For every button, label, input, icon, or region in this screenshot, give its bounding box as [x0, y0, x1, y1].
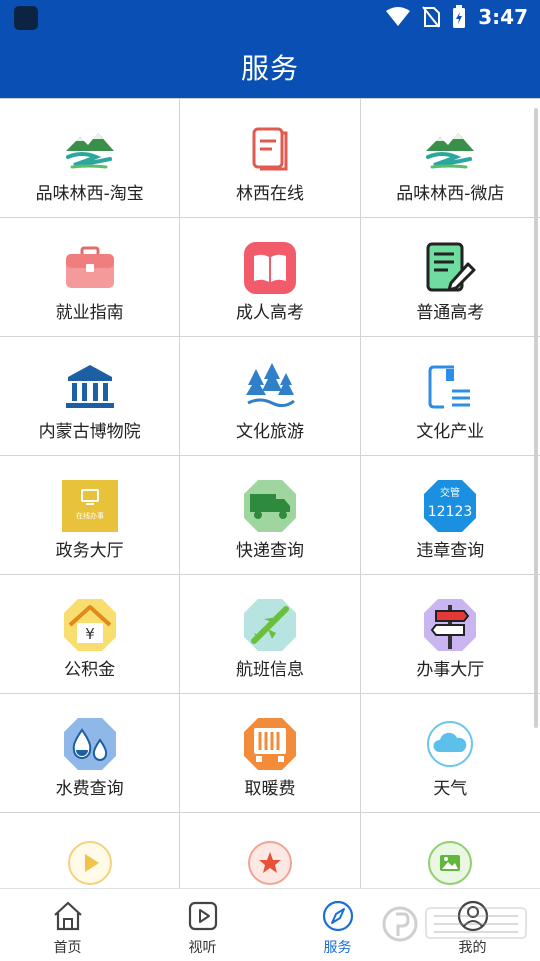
grid-row: [0, 813, 540, 889]
image-circle-icon: [428, 841, 473, 885]
heater-icon: [243, 718, 296, 770]
service-item-affairs-hall[interactable]: 办事大厅: [361, 575, 540, 693]
traffic-icon-top-text: 交管: [440, 486, 460, 499]
page-title: 服务: [240, 52, 299, 85]
service-item-inner-mongolia-museum[interactable]: 内蒙古博物院: [0, 337, 181, 455]
home-icon: [53, 901, 82, 931]
service-label: 办事大厅: [416, 660, 485, 680]
gov-hall-icon: 在线办事: [61, 480, 118, 532]
culture-doc-icon: [428, 365, 471, 409]
service-label: 内蒙古博物院: [38, 422, 141, 442]
service-item-water-bill[interactable]: 水费查询: [0, 694, 181, 812]
tab-label: 服务: [323, 940, 352, 956]
service-label: 成人高考: [235, 303, 304, 323]
service-item-pinwei-weidian[interactable]: 品味林西-微店: [361, 99, 540, 217]
service-item-culture-tourism[interactable]: 文化旅游: [180, 337, 361, 455]
status-time: 3:47: [478, 5, 528, 29]
open-book-icon: [243, 242, 296, 294]
service-label: 品味林西-微店: [396, 184, 505, 204]
house-yen-icon: ¥: [63, 599, 116, 651]
grid-row: 就业指南 成人高考 普通高考: [0, 218, 540, 337]
service-item-heating-fee[interactable]: 取暖费: [180, 694, 361, 812]
signpost-icon: [424, 599, 477, 651]
service-label: 天气: [433, 779, 468, 799]
play-circle-icon: [67, 841, 112, 885]
service-item-traffic-violation[interactable]: 交管 12123 违章查询: [361, 456, 540, 574]
service-label: 违章查询: [416, 541, 485, 561]
grid-row: 水费查询 取暖费 天气: [0, 694, 540, 813]
service-label: 林西在线: [235, 184, 304, 204]
service-item-flight-info[interactable]: 航班信息: [180, 575, 361, 693]
tab-audio-video[interactable]: 视听: [135, 889, 270, 961]
grid-row: 在线办事 政务大厅 快递查询 交管 12123 违章查询: [0, 456, 540, 575]
tab-label: 视听: [188, 940, 217, 956]
document-edit-icon: [426, 242, 476, 292]
service-label: 文化产业: [416, 422, 485, 442]
tab-services[interactable]: 服务: [270, 889, 405, 961]
compass-icon: [322, 900, 353, 932]
tab-label: 我的: [458, 940, 487, 956]
traffic-icon-number: 12123: [428, 504, 473, 520]
status-icons: 3:47: [386, 5, 528, 29]
service-item-express-query[interactable]: 快递查询: [180, 456, 361, 574]
service-item-culture-industry[interactable]: 文化产业: [361, 337, 540, 455]
wifi-icon: [386, 7, 411, 26]
no-sim-icon: [422, 6, 441, 28]
yen-symbol: ¥: [85, 625, 95, 643]
video-play-icon: [188, 901, 217, 931]
service-item-pinwei-taobao[interactable]: 品味林西-淘宝: [0, 99, 181, 217]
airplane-icon: [243, 599, 296, 651]
service-item-gallery[interactable]: [361, 813, 540, 889]
profile-icon: [457, 900, 488, 932]
tab-home[interactable]: 首页: [0, 889, 135, 961]
service-label: 取暖费: [244, 779, 296, 799]
cloud-icon: [427, 721, 474, 767]
grid-row: ¥ 公积金 航班信息 办事大厅: [0, 575, 540, 694]
star-circle-icon: [247, 841, 292, 885]
museum-icon: [65, 365, 114, 408]
traffic-12123-icon: 交管 12123: [424, 480, 477, 532]
bottom-tab-bar: 首页 视听 服务 我的: [0, 888, 540, 961]
water-drop-icon: [63, 718, 116, 770]
tab-mine[interactable]: 我的: [405, 889, 540, 961]
service-item-gov-hall[interactable]: 在线办事 政务大厅: [0, 456, 181, 574]
service-item-video[interactable]: [0, 813, 181, 889]
service-item-employment-guide[interactable]: 就业指南: [0, 218, 181, 336]
service-label: 就业指南: [55, 303, 124, 323]
grid-row: 品味林西-淘宝 林西在线 品味林西-微店: [0, 99, 540, 218]
delivery-truck-icon: [243, 480, 296, 532]
grid-row: 内蒙古博物院 文化旅游 文化产业: [0, 337, 540, 456]
scrollbar[interactable]: [534, 108, 538, 728]
service-label: 政务大厅: [55, 541, 124, 561]
status-bar: 3:47: [0, 0, 540, 36]
service-label: 普通高考: [416, 303, 485, 323]
service-item-favorites[interactable]: [180, 813, 361, 889]
service-label: 文化旅游: [235, 422, 304, 442]
landscape-icon: [65, 133, 114, 169]
service-label: 品味林西-淘宝: [35, 184, 144, 204]
service-item-college-exam[interactable]: 普通高考: [361, 218, 540, 336]
app-notification-icon: [14, 6, 38, 30]
landscape-icon: [426, 133, 475, 169]
battery-icon: [453, 5, 466, 28]
service-label: 公积金: [64, 660, 116, 680]
service-label: 航班信息: [235, 660, 304, 680]
tab-label: 首页: [53, 940, 82, 956]
service-grid: 品味林西-淘宝 林西在线 品味林西-微店 就业指南 成人高考 普通高考 内蒙古博…: [0, 98, 540, 889]
gov-hall-inner-text: 在线办事: [76, 511, 104, 520]
briefcase-icon: [65, 246, 114, 288]
book-icon: [252, 127, 288, 171]
service-item-linxi-online[interactable]: 林西在线: [180, 99, 361, 217]
service-label: 水费查询: [55, 779, 124, 799]
service-label: 快递查询: [235, 541, 304, 561]
service-item-weather[interactable]: 天气: [361, 694, 540, 812]
forest-icon: [245, 363, 295, 408]
service-item-housing-fund[interactable]: ¥ 公积金: [0, 575, 181, 693]
service-item-adult-exam[interactable]: 成人高考: [180, 218, 361, 336]
app-header: 服务: [0, 36, 540, 98]
